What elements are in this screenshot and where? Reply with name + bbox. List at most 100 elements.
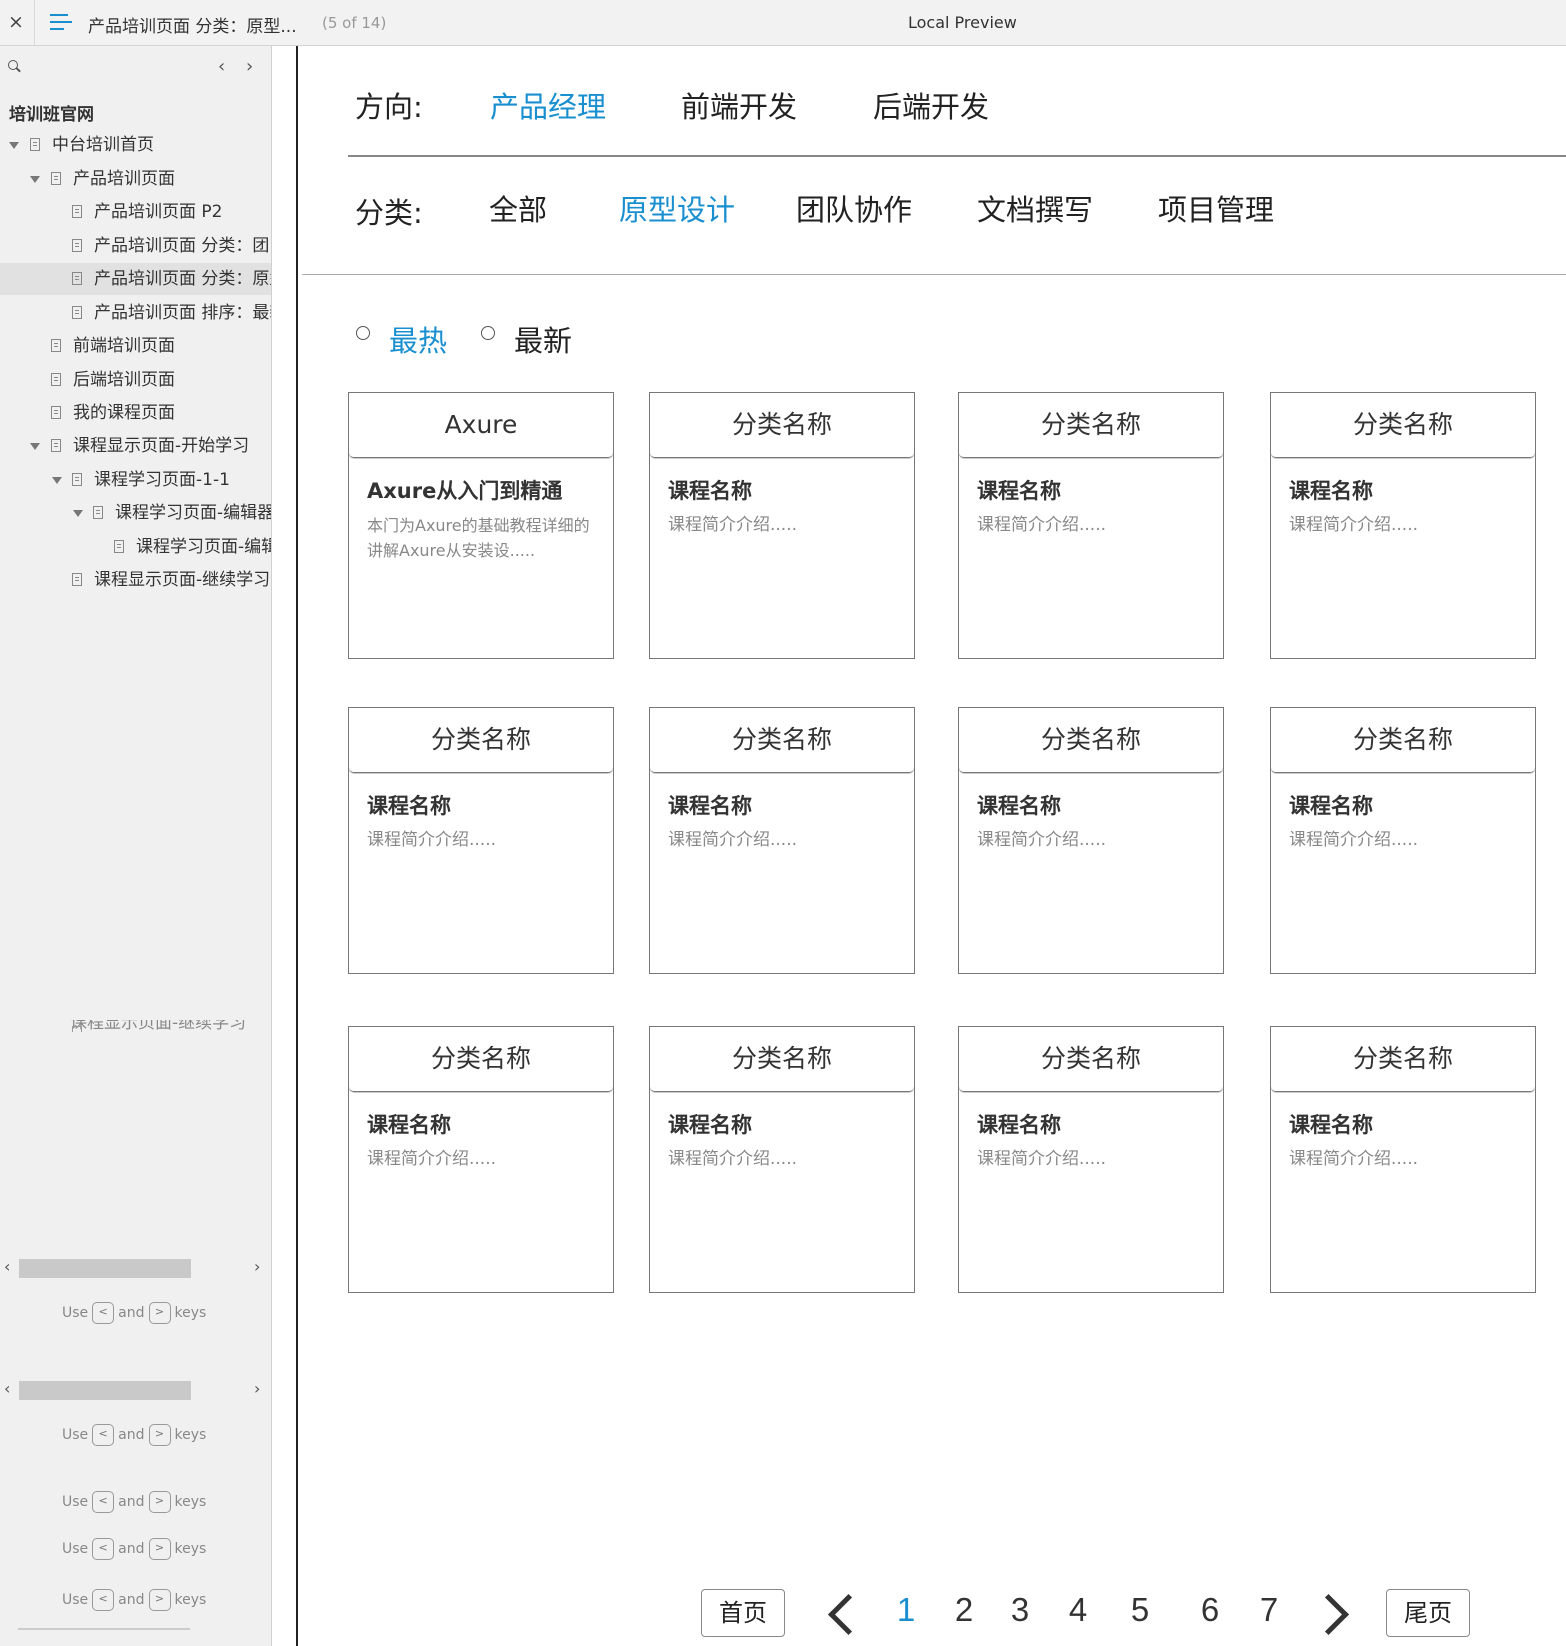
sort-new-radio[interactable] <box>481 326 495 340</box>
card-description: 课程简介介绍..... <box>977 1149 1107 1169</box>
course-card[interactable]: 分类名称 课程名称 课程简介介绍..... <box>1270 1026 1536 1293</box>
sidebar-item[interactable]: 课程学习页面-编辑器 <box>0 497 271 529</box>
page-icon <box>72 239 82 252</box>
category-option-pm[interactable]: 项目管理 <box>1158 187 1274 229</box>
card-title: 课程名称 <box>1289 1113 1373 1137</box>
expand-triangle-icon[interactable] <box>52 477 62 484</box>
card-description: 课程简介介绍..... <box>1289 515 1419 535</box>
sidebar-item[interactable]: 课程学习页面-编辑器 <box>0 531 271 563</box>
horizontal-scrollbar[interactable]: ‹ › <box>0 1257 271 1279</box>
course-card[interactable]: 分类名称 课程名称 课程简介介绍..... <box>649 707 915 974</box>
category-option-teamwork[interactable]: 团队协作 <box>796 187 912 229</box>
page-icon <box>72 272 82 285</box>
course-card[interactable]: 分类名称 课程名称 课程简介介绍..... <box>348 1026 614 1293</box>
divider <box>34 0 35 46</box>
card-description: 本门为Axure的基础教程详细的讲解Axure从安装设..... <box>367 516 590 560</box>
direction-option-frontend[interactable]: 前端开发 <box>681 84 797 126</box>
direction-option-backend[interactable]: 后端开发 <box>873 84 989 126</box>
card-title: 课程名称 <box>668 794 752 818</box>
card-description: 课程简介介绍..... <box>668 1149 798 1169</box>
sidebar-item[interactable]: 产品培训页面 P2 <box>0 196 271 228</box>
chevron-left-icon[interactable]: ‹ <box>218 56 225 77</box>
chevron-right-icon[interactable]: › <box>246 56 253 77</box>
chevron-left-icon[interactable] <box>820 1592 860 1632</box>
hamburger-icon[interactable] <box>50 14 72 32</box>
divider <box>302 274 1566 275</box>
card-description: 课程简介介绍..... <box>668 830 798 850</box>
sidebar-item[interactable]: 课程显示页面-继续学习 <box>0 564 271 596</box>
chevron-right-icon[interactable]: › <box>254 1257 260 1276</box>
chevron-right-icon[interactable] <box>1312 1592 1352 1632</box>
key-left-icon: < <box>92 1491 115 1513</box>
first-page-button[interactable]: 首页 <box>701 1589 785 1637</box>
sidebar-item[interactable]: 产品培训页面 排序：最新 <box>0 297 271 329</box>
chevron-left-icon[interactable]: ‹ <box>4 1257 10 1276</box>
hint-text: Use <box>62 1494 89 1510</box>
page-number[interactable]: 2 <box>944 1591 984 1629</box>
sidebar-item[interactable]: 中台培训首页 <box>0 129 271 161</box>
page-number[interactable]: 4 <box>1058 1591 1098 1629</box>
page-number[interactable]: 5 <box>1120 1591 1160 1629</box>
page-number[interactable]: 3 <box>1000 1591 1040 1629</box>
category-option-docs[interactable]: 文档撰写 <box>977 187 1093 229</box>
keyboard-hint: Use < and > keys <box>62 1491 206 1517</box>
card-title: 课程名称 <box>977 1113 1061 1137</box>
page-number[interactable]: 6 <box>1190 1591 1230 1629</box>
expand-triangle-icon[interactable] <box>30 443 40 450</box>
search-icon[interactable] <box>8 60 21 73</box>
card-category: 分类名称 <box>349 1027 613 1092</box>
sidebar-item[interactable]: 产品培训页面 <box>0 163 271 195</box>
sort-option-new[interactable]: 最新 <box>514 318 572 360</box>
close-button[interactable]: × <box>6 10 26 34</box>
course-card[interactable]: 分类名称 课程名称 课程简介介绍..... <box>649 392 915 659</box>
course-card[interactable]: Axure Axure从入门到精通本门为Axure的基础教程详细的讲解Axure从… <box>348 392 614 659</box>
card-category: 分类名称 <box>650 393 914 458</box>
sidebar-item[interactable]: 前端培训页面 <box>0 330 271 362</box>
page-icon <box>72 205 82 218</box>
hint-text: Use <box>62 1427 89 1443</box>
hint-text: Use <box>62 1592 89 1608</box>
sidebar-item[interactable]: 产品培训页面 分类：团队协作 <box>0 230 271 262</box>
course-card[interactable]: 分类名称 课程名称 课程简介介绍..... <box>1270 392 1536 659</box>
course-card[interactable]: 分类名称 课程名称 课程简介介绍..... <box>1270 707 1536 974</box>
page-number[interactable]: 7 <box>1249 1591 1289 1629</box>
key-left-icon: < <box>92 1538 115 1560</box>
expand-triangle-icon[interactable] <box>9 142 19 149</box>
card-category: Axure <box>349 393 613 458</box>
direction-option-product[interactable]: 产品经理 <box>490 84 606 126</box>
page-icon <box>72 1026 82 1032</box>
page-icon <box>72 306 82 319</box>
category-option-prototype[interactable]: 原型设计 <box>619 187 735 229</box>
keyboard-hint: Use < and > keys <box>62 1538 206 1564</box>
course-card[interactable]: 分类名称 课程名称 课程简介介绍..... <box>958 707 1224 974</box>
sidebar-item-label: 课程学习页面-1-1 <box>94 470 230 490</box>
hint-text: keys <box>174 1541 207 1557</box>
sidebar-item[interactable]: 课程学习页面-1-1 <box>0 464 271 496</box>
expand-triangle-icon[interactable] <box>73 510 83 517</box>
sidebar-item[interactable]: 产品培训页面 分类：原型设计 <box>0 263 271 295</box>
chevron-left-icon[interactable]: ‹ <box>4 1379 10 1398</box>
chevron-right-icon[interactable]: › <box>254 1379 260 1398</box>
card-title: Axure从入门到精通 <box>367 479 563 503</box>
horizontal-scrollbar[interactable]: ‹ › <box>0 1379 271 1401</box>
course-card[interactable]: 分类名称 课程名称 课程简介介绍..... <box>958 1026 1224 1293</box>
sidebar-item-label: 前端培训页面 <box>73 336 175 356</box>
card-category: 分类名称 <box>959 708 1223 773</box>
sidebar-item[interactable]: 课程显示页面-开始学习 <box>0 430 271 462</box>
sort-option-hot[interactable]: 最热 <box>389 318 447 360</box>
page-number[interactable]: 1 <box>886 1591 926 1629</box>
category-option-all[interactable]: 全部 <box>489 187 547 229</box>
course-card[interactable]: 分类名称 课程名称 课程简介介绍..... <box>649 1026 915 1293</box>
last-page-button[interactable]: 尾页 <box>1386 1589 1470 1637</box>
sidebar-item[interactable]: 我的课程页面 <box>0 397 271 429</box>
card-category: 分类名称 <box>650 1027 914 1092</box>
scrollbar-thumb[interactable] <box>19 1259 191 1278</box>
sort-hot-radio[interactable] <box>356 326 370 340</box>
sidebar-item[interactable]: 后端培训页面 <box>0 364 271 396</box>
expand-triangle-icon[interactable] <box>30 176 40 183</box>
scrollbar-thumb[interactable] <box>19 1381 191 1400</box>
divider <box>348 155 1566 157</box>
course-card[interactable]: 分类名称 课程名称 课程简介介绍..... <box>348 707 614 974</box>
course-card[interactable]: 分类名称 课程名称 课程简介介绍..... <box>958 392 1224 659</box>
hint-text: and <box>118 1592 145 1608</box>
